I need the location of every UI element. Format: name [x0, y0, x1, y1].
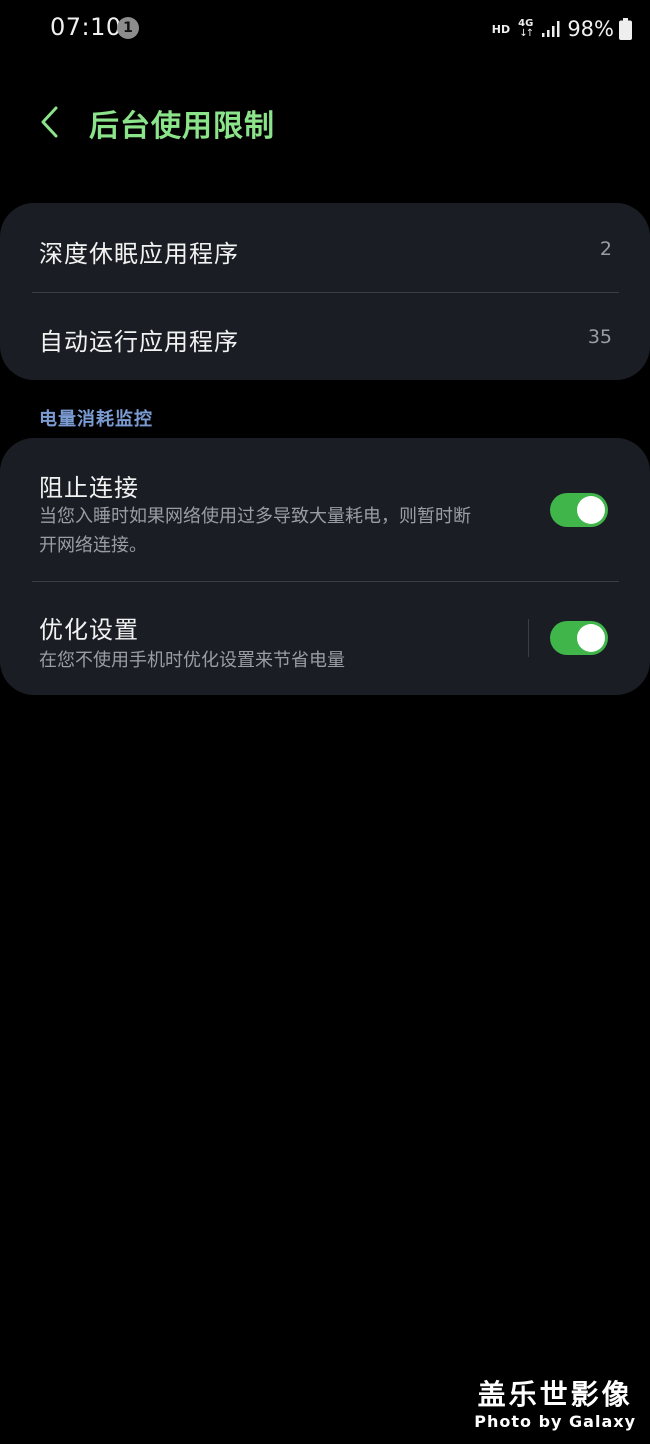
toggle-knob	[577, 496, 605, 524]
optimize-settings-row[interactable]: 优化设置 在您不使用手机时优化设置来节省电量	[0, 582, 650, 695]
network-indicator: 4G ↓↑	[518, 19, 534, 39]
row-description: 当您入睡时如果网络使用过多导致大量耗电，则暂时断 开网络连接。	[39, 502, 509, 560]
apps-card: 深度休眠应用程序 2 自动运行应用程序 35	[0, 203, 650, 380]
description-line: 当您入睡时如果网络使用过多导致大量耗电，则暂时断	[39, 506, 471, 527]
data-arrows-icon: ↓↑	[519, 28, 534, 39]
block-connection-row[interactable]: 阻止连接 当您入睡时如果网络使用过多导致大量耗电，则暂时断 开网络连接。	[0, 438, 650, 581]
row-count: 2	[599, 238, 612, 260]
section-header: 电量消耗监控	[39, 409, 153, 430]
deep-sleep-apps-row[interactable]: 深度休眠应用程序 2	[0, 203, 650, 291]
row-label: 优化设置	[39, 616, 139, 644]
page-title: 后台使用限制	[89, 109, 275, 144]
vertical-separator	[528, 619, 529, 657]
optimize-settings-toggle[interactable]	[550, 621, 608, 655]
row-description: 在您不使用手机时优化设置来节省电量	[39, 650, 345, 671]
auto-run-apps-row[interactable]: 自动运行应用程序 35	[0, 293, 650, 380]
status-indicators: HD 4G ↓↑ 98%	[492, 14, 632, 44]
watermark-subtitle: Photo by Galaxy	[474, 1412, 636, 1431]
power-monitor-card: 阻止连接 当您入睡时如果网络使用过多导致大量耗电，则暂时断 开网络连接。 优化设…	[0, 438, 650, 695]
description-line: 开网络连接。	[39, 535, 147, 556]
signal-icon	[542, 21, 560, 37]
row-label: 深度休眠应用程序	[39, 240, 239, 268]
back-button[interactable]	[30, 100, 70, 144]
battery-percent: 98%	[567, 17, 614, 41]
watermark: 盖乐世影像 Photo by Galaxy	[474, 1378, 636, 1432]
block-connection-toggle[interactable]	[550, 493, 608, 527]
chevron-left-icon	[41, 106, 58, 138]
status-bar: 07:10 1 HD 4G ↓↑ 98%	[0, 0, 650, 56]
hd-label: HD	[491, 22, 511, 36]
notification-badge: 1	[117, 17, 139, 39]
row-count: 35	[587, 326, 612, 348]
toggle-knob	[577, 624, 605, 652]
status-time: 07:10	[50, 13, 122, 41]
row-label: 阻止连接	[39, 474, 139, 502]
battery-icon	[619, 18, 632, 40]
row-label: 自动运行应用程序	[39, 328, 239, 356]
watermark-title: 盖乐世影像	[477, 1378, 633, 1411]
